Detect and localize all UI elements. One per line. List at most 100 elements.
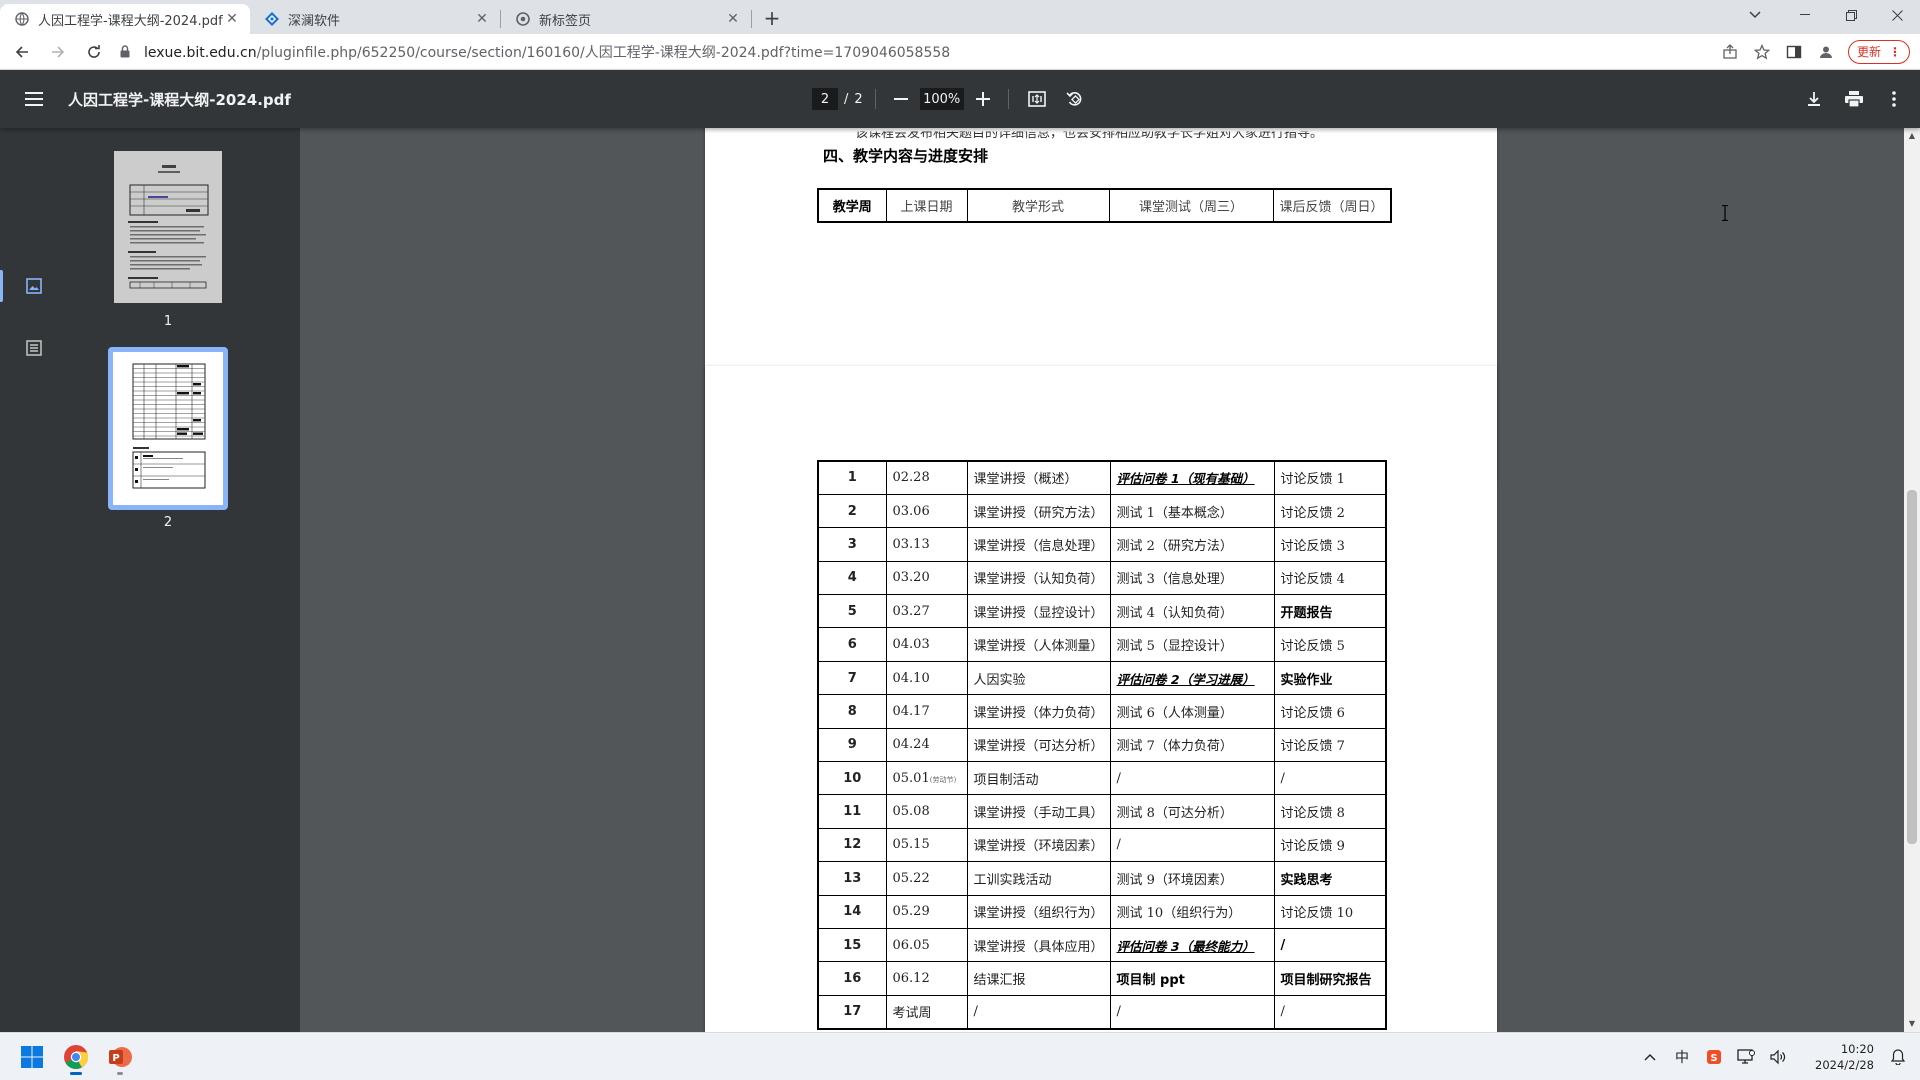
scroll-up-arrow-icon[interactable]: ▲ xyxy=(1904,128,1920,144)
pdf-viewer[interactable]: 该课程会发布相关题目的详细信息，也会安排相应助教学长学姐对大家进行指导。 四、教… xyxy=(300,128,1904,1032)
minimize-icon[interactable] xyxy=(1782,0,1828,30)
date-cell-text: 考试周 xyxy=(892,1006,932,1022)
zoom-in-icon[interactable] xyxy=(970,86,996,112)
volume-icon[interactable] xyxy=(1762,1041,1794,1073)
tab-close-icon[interactable]: ✕ xyxy=(474,11,490,27)
print-icon[interactable] xyxy=(1838,83,1870,115)
windows-start-icon[interactable] xyxy=(14,1039,50,1075)
back-arrow-icon[interactable] xyxy=(8,38,36,66)
form-cell-text: 课堂讲授（显控设计） xyxy=(973,605,1104,621)
lock-icon[interactable] xyxy=(120,45,136,58)
form-cell-text: 课堂讲授（概述） xyxy=(973,472,1078,488)
running-app-indicator xyxy=(117,1072,123,1075)
system-clock[interactable]: 10:20 2024/2/28 xyxy=(1794,1041,1874,1073)
table-row: 1 02.28 课堂讲授（概述） 评估问卷 1（现有基础） 讨论反馈 1 xyxy=(817,460,1387,495)
profile-avatar-icon[interactable] xyxy=(1810,38,1842,66)
powerpoint-icon[interactable]: P xyxy=(102,1039,138,1075)
feedback-cell: 讨论反馈 2 xyxy=(1273,493,1387,529)
feedback-cell: 讨论反馈 6 xyxy=(1273,694,1387,729)
week-cell-text: 13 xyxy=(843,870,862,886)
week-cell-text: 17 xyxy=(843,1004,862,1020)
outline-tab[interactable] xyxy=(0,326,68,370)
test-cell-text: / xyxy=(1116,770,1121,786)
tab-newtab[interactable]: 新标签页 ✕ xyxy=(501,4,751,34)
reload-icon[interactable] xyxy=(80,38,108,66)
rotate-counterclockwise-icon[interactable] xyxy=(1059,83,1091,115)
form-cell: 项目制活动 xyxy=(966,761,1111,796)
chevron-up-icon[interactable] xyxy=(1634,1041,1666,1073)
sogou-input-icon[interactable]: S xyxy=(1698,1041,1730,1073)
notification-icon[interactable] xyxy=(1882,1041,1914,1073)
week-cell: 6 xyxy=(817,627,887,662)
svg-text:S: S xyxy=(1710,1053,1717,1064)
network-icon[interactable] xyxy=(1730,1041,1762,1073)
table-row: 10 05.01(劳动节) 项目制活动 / / xyxy=(817,761,1387,796)
fit-to-page-icon[interactable] xyxy=(1021,83,1053,115)
update-button[interactable]: 更新 ⋮ xyxy=(1847,39,1910,64)
test-cell: 测试 10（组织行为） xyxy=(1109,894,1275,929)
text-cursor-icon xyxy=(1722,205,1728,221)
test-cell: 测试 7（体力负荷） xyxy=(1109,727,1275,763)
feedback-cell-text: 讨论反馈 6 xyxy=(1280,705,1345,721)
week-cell-text: 11 xyxy=(843,804,862,820)
thumbnails-tab[interactable] xyxy=(0,264,68,308)
page-thumbnail-1[interactable] xyxy=(114,151,222,303)
forward-arrow-icon[interactable] xyxy=(44,38,72,66)
feedback-cell: 项目制研究报告 xyxy=(1273,961,1387,996)
table-row: 8 04.17 课堂讲授（体力负荷） 测试 6（人体测量） 讨论反馈 6 xyxy=(817,694,1387,729)
feedback-cell: 讨论反馈 1 xyxy=(1273,460,1387,495)
date-cell-text: 05.22 xyxy=(892,870,930,886)
new-tab-button[interactable]: + xyxy=(758,4,786,32)
more-options-icon[interactable] xyxy=(1878,83,1910,115)
feedback-cell-text: 讨论反馈 1 xyxy=(1280,472,1345,488)
address-bar[interactable]: lexue.bit.edu.cn/pluginfile.php/652250/c… xyxy=(120,38,1714,66)
bookmark-star-icon[interactable] xyxy=(1746,38,1778,66)
date-cell: 03.20 xyxy=(885,560,968,596)
test-cell: 测试 9（环境因素） xyxy=(1109,861,1275,896)
url-host: lexue.bit.edu.cn xyxy=(144,44,257,61)
globe-icon xyxy=(14,11,30,27)
form-cell-text: 课堂讲授（认知负荷） xyxy=(973,572,1104,588)
share-icon[interactable] xyxy=(1714,38,1746,66)
form-cell: 课堂讲授（体力负荷） xyxy=(966,694,1111,729)
download-icon[interactable] xyxy=(1798,83,1830,115)
feedback-cell-text: 讨论反馈 9 xyxy=(1280,839,1345,855)
date-cell-text: 04.03 xyxy=(892,637,930,653)
active-app-indicator xyxy=(70,1072,82,1075)
browser-toolbar: lexue.bit.edu.cn/pluginfile.php/652250/c… xyxy=(0,34,1920,70)
tab-srun[interactable]: 深澜软件 ✕ xyxy=(250,4,500,34)
feedback-cell-text: 开题报告 xyxy=(1280,605,1333,621)
tab-pdf[interactable]: 人因工程学-课程大纲-2024.pdf ✕ xyxy=(0,4,250,34)
form-cell-text: 课堂讲授（信息处理） xyxy=(973,538,1104,554)
tab-close-icon[interactable]: ✕ xyxy=(725,11,741,27)
zoom-out-icon[interactable] xyxy=(888,86,914,112)
date-cell-text: 06.12 xyxy=(892,971,930,987)
side-panel-icon[interactable] xyxy=(1778,38,1810,66)
scrollbar-thumb[interactable] xyxy=(1907,490,1917,844)
table-row: 4 03.20 课堂讲授（认知负荷） 测试 3（信息处理） 讨论反馈 4 xyxy=(817,560,1387,596)
form-cell: 课堂讲授（人体测量） xyxy=(966,627,1111,662)
scroll-down-arrow-icon[interactable]: ▼ xyxy=(1904,1016,1920,1032)
hamburger-menu-icon[interactable] xyxy=(14,79,54,119)
date-cell-text: 05.29 xyxy=(892,904,930,920)
header-form: 教学形式 xyxy=(966,188,1110,223)
date-cell: 06.05 xyxy=(885,927,968,963)
tab-close-icon[interactable]: ✕ xyxy=(224,11,240,27)
chrome-taskbar-icon[interactable] xyxy=(58,1039,94,1075)
kebab-menu-icon: ⋮ xyxy=(1889,44,1901,59)
date-cell-text: 04.24 xyxy=(892,737,930,753)
tab-search-chevron-icon[interactable] xyxy=(1732,0,1778,30)
page-number-input[interactable] xyxy=(812,88,838,110)
test-cell: 测试 8（可达分析） xyxy=(1109,794,1275,829)
schedule-table: 1 02.28 课堂讲授（概述） 评估问卷 1（现有基础） 讨论反馈 1 2 03.06 课堂… xyxy=(817,460,1388,1030)
toolbar-divider xyxy=(1007,89,1009,109)
feedback-cell-text: 实践思考 xyxy=(1280,872,1333,888)
zoom-level-input[interactable] xyxy=(919,88,964,110)
close-window-icon[interactable] xyxy=(1874,0,1920,30)
vertical-scrollbar[interactable]: ▲ ▼ xyxy=(1904,128,1920,1032)
week-cell-text: 7 xyxy=(847,670,857,686)
thumbnail-sidebar: 1 2 xyxy=(0,128,300,1032)
restore-icon[interactable] xyxy=(1828,0,1874,30)
ime-indicator[interactable]: 中 xyxy=(1666,1041,1698,1073)
page-thumbnail-2[interactable] xyxy=(113,352,223,505)
